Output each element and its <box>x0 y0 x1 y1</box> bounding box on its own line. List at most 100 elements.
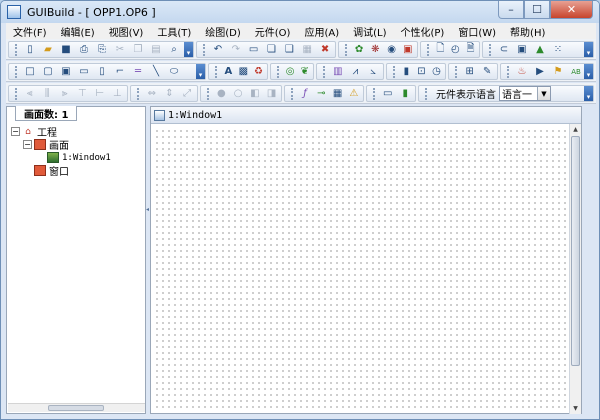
alarm-icon[interactable]: ♨ <box>514 64 530 80</box>
scroll-up-icon[interactable]: ▲ <box>570 124 581 135</box>
toolbar-overflow-chevron-icon[interactable]: ▾ <box>584 86 593 101</box>
menu-personalize[interactable]: 个性化(P) <box>394 24 452 39</box>
window-object-icon[interactable]: ▣ <box>514 42 530 58</box>
scrollbar-thumb[interactable] <box>48 405 104 411</box>
bring-front-icon[interactable]: ◧ <box>247 86 262 102</box>
leaf-icon[interactable]: ❦ <box>298 64 311 80</box>
corner-icon[interactable]: ⌐ <box>112 64 128 80</box>
flag-icon[interactable]: ⚑ <box>550 64 566 80</box>
bitmap-icon[interactable]: ▩ <box>237 64 250 80</box>
xy-chart-icon[interactable]: ⦣ <box>365 64 381 80</box>
chevron-down-icon[interactable]: ▼ <box>537 87 550 100</box>
toolbar-grip[interactable] <box>323 65 326 78</box>
tree-node-windows[interactable]: 窗口 <box>11 164 111 178</box>
ungroup-icon[interactable]: ❑ <box>281 42 297 58</box>
find-icon[interactable]: ⌕ <box>166 42 182 58</box>
align-right-icon[interactable]: ⫸ <box>57 86 73 102</box>
toolbar-grip[interactable] <box>15 65 18 78</box>
component-settings-icon[interactable]: ▣ <box>401 42 415 58</box>
same-height-icon[interactable]: ⇕ <box>162 86 178 102</box>
tree-node-screens[interactable]: − 画面 <box>11 138 111 152</box>
toolbar-grip[interactable] <box>137 87 140 100</box>
collapse-icon[interactable]: − <box>11 127 20 136</box>
document-title-bar[interactable]: 1:Window1 <box>151 107 581 124</box>
language-select[interactable]: 语言一 ▼ <box>499 86 551 101</box>
group-icon[interactable]: ❏ <box>264 42 280 58</box>
toolbar-grip[interactable] <box>489 43 492 56</box>
menu-draw[interactable]: 绘图(D) <box>198 24 248 39</box>
menu-edit[interactable]: 编辑(E) <box>54 24 102 39</box>
horizontal-scrollbar[interactable] <box>8 403 145 412</box>
print-preview-icon[interactable]: ⎘ <box>94 42 110 58</box>
align-bottom-icon[interactable]: ⊥ <box>109 86 125 102</box>
paste-icon[interactable]: ▤ <box>148 42 164 58</box>
copy-icon[interactable]: ❐ <box>130 42 146 58</box>
parameter-icon[interactable]: ⊞ <box>462 64 478 80</box>
undo-icon[interactable]: ↶ <box>210 42 226 58</box>
ruler-icon[interactable]: ═ <box>130 64 146 80</box>
vertical-scrollbar[interactable]: ▲ ▼ <box>569 124 581 414</box>
toolbar-grip[interactable] <box>373 87 376 100</box>
align-center-icon[interactable]: ⫼ <box>39 86 55 102</box>
scrollbar-thumb[interactable] <box>571 136 580 366</box>
toolbar-grip[interactable] <box>15 87 18 100</box>
collapse-icon[interactable]: − <box>23 140 32 149</box>
monitor-icon[interactable]: ▭ <box>380 86 396 102</box>
toolbar-overflow-chevron-icon[interactable]: ▾ <box>196 64 205 79</box>
menu-debug[interactable]: 调试(L) <box>346 24 393 39</box>
indicator-icon[interactable]: ▮ <box>397 86 413 102</box>
page-clock-icon[interactable]: ◴ <box>449 42 462 58</box>
text-icon[interactable]: A <box>222 64 235 80</box>
link-icon[interactable]: ⊂ <box>496 42 512 58</box>
minimize-button[interactable]: – <box>498 1 524 19</box>
same-size-icon[interactable]: ⤢ <box>179 86 195 102</box>
grid-dots-icon[interactable]: ⁙ <box>550 42 566 58</box>
save-icon[interactable]: ■ <box>58 42 74 58</box>
delete-icon[interactable]: ✖ <box>317 42 333 58</box>
play-icon[interactable]: ▶ <box>532 64 548 80</box>
warning-icon[interactable]: ⚠ <box>347 86 361 102</box>
menu-view[interactable]: 视图(V) <box>102 24 151 39</box>
toolbar-grip[interactable] <box>345 43 348 56</box>
toolbar-grip[interactable] <box>393 65 396 78</box>
toolbar-grip[interactable] <box>15 43 18 56</box>
maximize-button[interactable]: ☐ <box>524 1 550 19</box>
toolbar-grip[interactable] <box>207 87 210 100</box>
toolbar-grip[interactable] <box>215 65 218 78</box>
rectangle-3d-icon[interactable]: ▣ <box>58 64 74 80</box>
toolbar-grip[interactable] <box>277 65 280 78</box>
toolbar-grip[interactable] <box>425 87 428 100</box>
menu-file[interactable]: 文件(F) <box>6 24 54 39</box>
toggle-icon[interactable]: ⊸ <box>314 86 328 102</box>
component-wizard-icon[interactable]: ❋ <box>368 42 382 58</box>
gauge-icon[interactable]: ◎ <box>284 64 297 80</box>
toolbar-overflow-chevron-icon[interactable]: ▾ <box>584 64 593 79</box>
clock-icon[interactable]: ◷ <box>430 64 443 80</box>
rectangle-object-icon[interactable]: ▭ <box>246 42 262 58</box>
bar-chart-icon[interactable]: ▥ <box>330 64 346 80</box>
toolbar-grip[interactable] <box>455 65 458 78</box>
toolbar-grip[interactable] <box>427 43 430 56</box>
page-icon[interactable]: 🗋 <box>434 42 447 58</box>
ellipse-icon[interactable]: ⬭ <box>166 64 182 80</box>
cut-icon[interactable]: ✂ <box>112 42 128 58</box>
picture-icon[interactable]: ▲ <box>532 42 548 58</box>
menu-components[interactable]: 元件(O) <box>248 24 298 39</box>
bar-vertical-icon[interactable]: ▯ <box>94 64 110 80</box>
redo-icon[interactable]: ↷ <box>228 42 244 58</box>
bar-horizontal-icon[interactable]: ▭ <box>76 64 92 80</box>
menu-help[interactable]: 帮助(H) <box>503 24 552 39</box>
toolbar-grip[interactable] <box>203 43 206 56</box>
panel-tab-screen-count[interactable]: 画面数: 1 <box>15 106 78 121</box>
toolbar-overflow-chevron-icon[interactable]: ▾ <box>584 42 593 57</box>
menu-tools[interactable]: 工具(T) <box>150 24 198 39</box>
toolbar-overflow-chevron-icon[interactable]: ▾ <box>184 42 193 57</box>
design-canvas[interactable] <box>152 126 568 412</box>
menu-window[interactable]: 窗口(W) <box>451 24 503 39</box>
print-icon[interactable]: ⎙ <box>76 42 92 58</box>
line-chart-icon[interactable]: ⩘ <box>348 64 364 80</box>
scroll-down-icon[interactable]: ▼ <box>570 403 581 414</box>
unlock-icon[interactable]: ○ <box>231 86 246 102</box>
rectangle-icon[interactable]: □ <box>22 64 38 80</box>
rectangle-filled-icon[interactable]: ▢ <box>40 64 56 80</box>
